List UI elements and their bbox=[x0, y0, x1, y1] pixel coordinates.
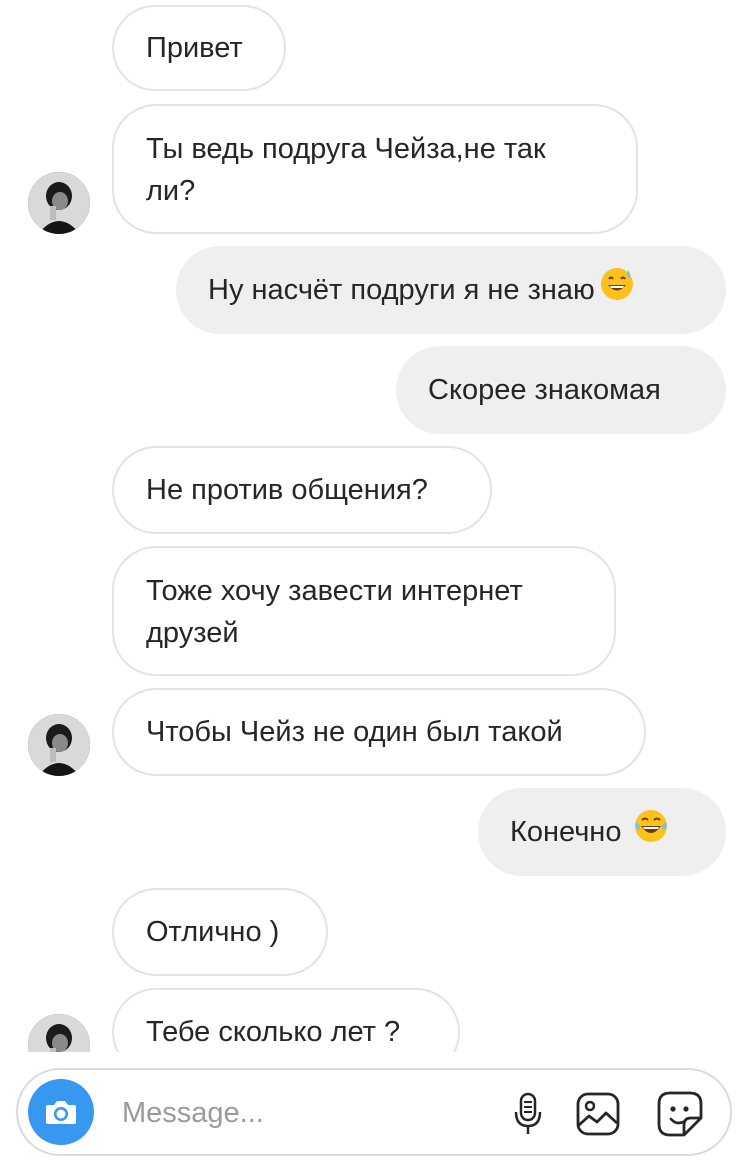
message-bubble-outgoing[interactable]: Скорее знакомая bbox=[396, 346, 726, 434]
avatar-photo bbox=[28, 1014, 90, 1052]
message-bubble-incoming[interactable]: Тебе сколько лет ? bbox=[112, 988, 460, 1052]
avatar-photo bbox=[28, 172, 90, 234]
message-bubble-incoming[interactable]: Привет bbox=[112, 5, 286, 91]
message-input[interactable] bbox=[120, 1090, 484, 1136]
message-bubble-outgoing[interactable]: Конечно bbox=[478, 788, 726, 876]
message-text: Привет bbox=[146, 32, 243, 64]
sticker-icon bbox=[657, 1091, 703, 1137]
message-bubble-incoming[interactable]: Чтобы Чейз не один был такой bbox=[112, 688, 646, 776]
gallery-icon bbox=[576, 1092, 620, 1136]
sender-avatar[interactable] bbox=[28, 172, 90, 234]
message-bubble-incoming[interactable]: Отлично ) bbox=[112, 888, 328, 976]
grinning-sweat-emoji bbox=[599, 266, 635, 314]
message-text: Ну насчёт подруги я не знаю bbox=[208, 274, 595, 306]
message-text: Ты ведь подруга Чейза,не так ли? bbox=[146, 133, 546, 207]
message-text: Скорее знакомая bbox=[428, 374, 661, 406]
camera-button[interactable] bbox=[28, 1079, 94, 1145]
message-text: Чтобы Чейз не один был такой bbox=[146, 716, 563, 748]
message-thread[interactable]: Привет Ты ведь подруга Чейза,не так ли? … bbox=[0, 0, 742, 1052]
microphone-icon bbox=[514, 1092, 542, 1134]
message-text: Тебе сколько лет ? bbox=[146, 1016, 401, 1048]
message-text: Не против общения? bbox=[146, 474, 428, 506]
message-text: Тоже хочу завести интернет друзей bbox=[146, 575, 523, 649]
camera-icon bbox=[46, 1101, 76, 1124]
voice-message-button[interactable] bbox=[504, 1090, 552, 1138]
message-text: Отлично ) bbox=[146, 916, 280, 948]
message-bubble-incoming[interactable]: Ты ведь подруга Чейза,не так ли? bbox=[112, 104, 638, 234]
avatar-photo bbox=[28, 714, 90, 776]
message-text: Конечно bbox=[510, 816, 622, 848]
message-bubble-incoming[interactable]: Не против общения? bbox=[112, 446, 492, 534]
sender-avatar[interactable] bbox=[28, 714, 90, 776]
gallery-button[interactable] bbox=[574, 1090, 622, 1138]
message-bubble-incoming[interactable]: Тоже хочу завести интернет друзей bbox=[112, 546, 616, 676]
message-composer bbox=[16, 1068, 732, 1156]
tears-of-joy-emoji bbox=[633, 808, 669, 856]
sticker-button[interactable] bbox=[656, 1090, 704, 1138]
message-bubble-outgoing[interactable]: Ну насчёт подруги я не знаю bbox=[176, 246, 726, 334]
sender-avatar[interactable] bbox=[28, 1014, 90, 1052]
